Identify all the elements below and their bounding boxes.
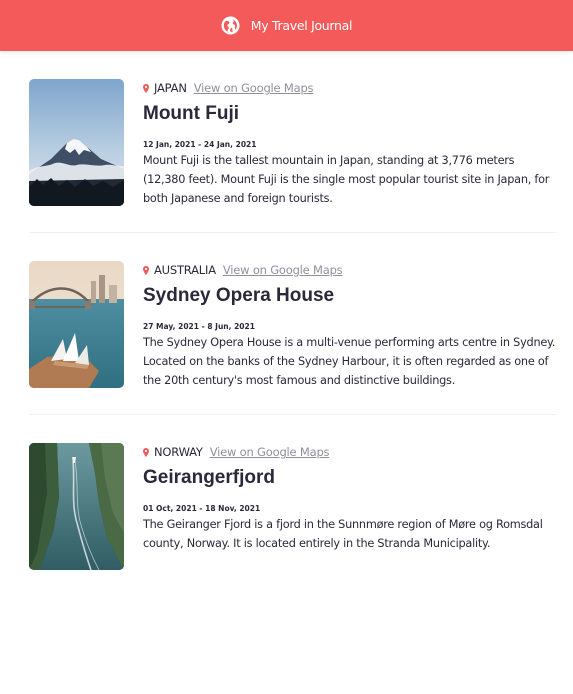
entry-photo-sydney-opera-house [29, 261, 124, 388]
entry-description: The Sydney Opera House is a multi-venue … [143, 336, 556, 387]
journal-entry: NORWAY View on Google Maps Geirangerfjor… [29, 415, 556, 594]
entry-photo-mount-fuji [29, 79, 124, 206]
journal-entry: JAPAN View on Google Maps Mount Fuji 12 … [29, 51, 556, 233]
entry-dates: 12 Jan, 2021 - 24 Jan, 2021 [143, 140, 257, 149]
entry-photo-geirangerfjord [29, 443, 124, 570]
google-maps-link[interactable]: View on Google Maps [223, 263, 343, 277]
location-pin-icon [143, 265, 149, 275]
location-row: NORWAY View on Google Maps [143, 445, 556, 459]
location-row: JAPAN View on Google Maps [143, 81, 556, 95]
globe-icon [221, 16, 240, 35]
app-title: My Travel Journal [250, 18, 353, 33]
entry-country: JAPAN [154, 81, 187, 95]
entry-title: Sydney Opera House [143, 285, 335, 306]
entry-country: NORWAY [154, 445, 203, 459]
entry-title: Mount Fuji [143, 103, 240, 124]
google-maps-link[interactable]: View on Google Maps [210, 445, 330, 459]
google-maps-link[interactable]: View on Google Maps [194, 81, 314, 95]
entry-country: AUSTRALIA [154, 263, 216, 277]
entry-content: JAPAN View on Google Maps Mount Fuji 12 … [143, 79, 556, 208]
location-pin-icon [143, 83, 149, 93]
entry-content: NORWAY View on Google Maps Geirangerfjor… [143, 443, 556, 570]
location-pin-icon [143, 447, 149, 457]
journal-entry: AUSTRALIA View on Google Maps Sydney Ope… [29, 233, 556, 415]
entry-description: Mount Fuji is the tallest mountain in Ja… [143, 154, 550, 205]
entry-content: AUSTRALIA View on Google Maps Sydney Ope… [143, 261, 556, 390]
entry-description: The Geiranger Fjord is a fjord in the Su… [143, 518, 543, 550]
location-row: AUSTRALIA View on Google Maps [143, 263, 556, 277]
entry-title: Geirangerfjord [143, 467, 275, 488]
app-header: My Travel Journal [0, 0, 573, 51]
journal-entries: JAPAN View on Google Maps Mount Fuji 12 … [0, 51, 573, 594]
entry-dates: 01 Oct, 2021 - 18 Nov, 2021 [143, 504, 261, 513]
entry-dates: 27 May, 2021 - 8 Jun, 2021 [143, 322, 255, 331]
